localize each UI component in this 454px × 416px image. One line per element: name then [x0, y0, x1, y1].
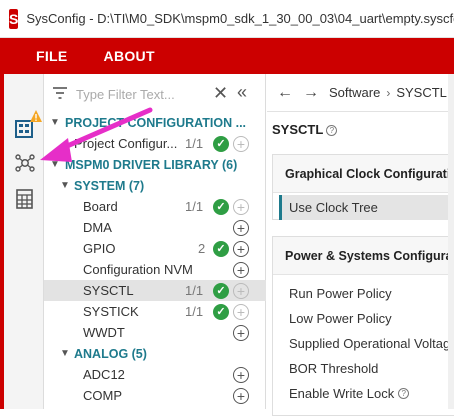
tree-item-gpio[interactable]: GPIO 2 ✓ + [44, 238, 266, 259]
clock-config-title[interactable]: Graphical Clock Configuration [273, 155, 454, 193]
add-icon: + [233, 135, 249, 152]
instance-count: 1/1 [185, 136, 204, 151]
tree-item-label: SYSTICK [83, 304, 139, 319]
add-icon[interactable]: + [233, 324, 249, 341]
tree-item-configuration-nvm[interactable]: Configuration NVM + [44, 259, 266, 280]
supplied-voltage-row[interactable]: Supplied Operational Voltage [273, 331, 454, 356]
warning-icon [30, 110, 42, 122]
tree-item-sysctl[interactable]: SYSCTL 1/1 ✓ + [44, 280, 266, 301]
help-icon[interactable]: ? [326, 125, 338, 137]
arrow-right-icon[interactable]: → [303, 84, 319, 102]
add-icon: + [233, 303, 249, 320]
breadcrumb-current: SYSCTL [396, 85, 447, 100]
tree-category-label: ANALOG (5) [74, 346, 147, 361]
scrollbar[interactable] [448, 74, 454, 409]
tree-item-label: SYSCTL [83, 283, 134, 298]
chevron-down-icon[interactable]: ▼ [50, 117, 60, 128]
activity-bar [0, 74, 44, 409]
low-power-policy-row[interactable]: Low Power Policy [273, 306, 454, 331]
check-icon: ✓ [213, 303, 229, 320]
arrow-left-icon[interactable]: ← [277, 84, 293, 102]
chevron-down-icon[interactable]: ▼ [60, 180, 70, 191]
instance-count: 1/1 [185, 199, 204, 214]
bor-threshold-row[interactable]: BOR Threshold [273, 356, 454, 381]
tree-category-label: PROJECT CONFIGURATION ... [65, 115, 247, 130]
tree-item-comp[interactable]: COMP + [44, 385, 266, 406]
close-icon[interactable]: ✕ [213, 84, 228, 102]
breadcrumb-software[interactable]: Software [329, 85, 380, 100]
tree-item-label: Board [83, 199, 118, 214]
tree-item-adc12[interactable]: ADC12 + [44, 364, 266, 385]
filter-bar: ✕ « [44, 74, 266, 112]
add-icon: + [233, 198, 249, 215]
tree-item-wwdt[interactable]: WWDT + [44, 322, 266, 343]
instance-count: 2 [198, 241, 206, 256]
tree-item-dma[interactable]: DMA + [44, 217, 266, 238]
add-icon[interactable]: + [233, 219, 249, 236]
tree-category-driver-library[interactable]: ▼ MSPM0 DRIVER LIBRARY (6) [44, 154, 266, 175]
power-systems-card: Power & Systems Configuration Run Power … [272, 236, 454, 416]
software-modules-icon[interactable] [14, 152, 36, 174]
tree-item-label: Project Configur... [74, 136, 178, 151]
tree-category-label: SYSTEM (7) [74, 178, 145, 193]
tree-category-project-config[interactable]: ▼ PROJECT CONFIGURATION ... [44, 112, 266, 133]
config-label: Low Power Policy [289, 311, 392, 326]
enable-write-lock-row[interactable]: Enable Write Lock ? [273, 381, 454, 406]
tree-category-system[interactable]: ▼ SYSTEM (7) [44, 175, 266, 196]
menu-bar: FILE ABOUT [0, 38, 454, 74]
tree-item-label: GPIO [83, 241, 116, 256]
tree-item-systick[interactable]: SYSTICK 1/1 ✓ + [44, 301, 266, 322]
check-icon: ✓ [213, 282, 229, 299]
use-clock-tree-row[interactable]: Use Clock Tree [279, 195, 454, 220]
config-label: Run Power Policy [289, 286, 392, 301]
board-view-icon[interactable] [14, 188, 36, 210]
config-label: Supplied Operational Voltage [289, 336, 454, 351]
window-title: SysConfig - D:\TI\M0_SDK\mspm0_sdk_1_30_… [26, 11, 454, 26]
chevron-down-icon[interactable]: ▼ [50, 159, 60, 170]
power-systems-title[interactable]: Power & Systems Configuration [273, 237, 454, 275]
tree-item-board[interactable]: Board 1/1 ✓ + [44, 196, 266, 217]
chevron-right-icon: › [386, 85, 391, 100]
double-chevron-left-icon[interactable]: « [237, 83, 247, 101]
tree-item-label: WWDT [83, 325, 125, 340]
add-icon[interactable]: + [233, 387, 249, 404]
use-clock-tree-label: Use Clock Tree [289, 200, 378, 215]
tree-item-label: DMA [83, 220, 112, 235]
page-title: SYSCTL? [272, 122, 338, 137]
instance-count: 1/1 [185, 304, 204, 319]
instance-count: 1/1 [185, 283, 204, 298]
menu-about[interactable]: ABOUT [104, 48, 155, 64]
sysconfig-logo-icon: S [9, 8, 19, 29]
filter-icon[interactable] [52, 86, 68, 100]
tree-item-label: Configuration NVM [83, 262, 193, 277]
add-icon[interactable]: + [233, 261, 249, 278]
help-icon[interactable]: ? [398, 388, 410, 399]
config-label: Enable Write Lock [289, 386, 395, 401]
check-icon: ✓ [213, 240, 229, 257]
tree-item-project-configuration[interactable]: Project Configur... 1/1 ✓ + [44, 133, 266, 154]
module-title-text: SYSCTL [272, 122, 324, 137]
check-icon: ✓ [213, 198, 229, 215]
check-icon: ✓ [213, 135, 229, 152]
filter-input[interactable] [76, 84, 206, 104]
add-icon[interactable]: + [233, 366, 249, 383]
add-icon: + [233, 282, 249, 299]
chevron-down-icon[interactable]: ▼ [60, 348, 70, 359]
tree-category-label: MSPM0 DRIVER LIBRARY (6) [65, 157, 238, 172]
module-config-panel: ← → Software › SYSCTL SYSCTL? Graphical … [267, 74, 454, 416]
add-icon[interactable]: + [233, 240, 249, 257]
activity-bar-edge [0, 74, 4, 409]
module-tree-panel: ✕ « ▼ PROJECT CONFIGURATION ... Project … [44, 74, 266, 409]
module-tree: ▼ PROJECT CONFIGURATION ... Project Conf… [44, 112, 266, 406]
window-titlebar: S SysConfig - D:\TI\M0_SDK\mspm0_sdk_1_3… [0, 0, 454, 38]
config-label: BOR Threshold [289, 361, 379, 376]
tree-category-analog[interactable]: ▼ ANALOG (5) [44, 343, 266, 364]
tree-item-label: ADC12 [83, 367, 125, 382]
menu-file[interactable]: FILE [36, 48, 68, 64]
breadcrumb: ← → Software › SYSCTL [267, 74, 454, 112]
run-power-policy-row[interactable]: Run Power Policy [273, 281, 454, 306]
tree-item-label: COMP [83, 388, 122, 403]
